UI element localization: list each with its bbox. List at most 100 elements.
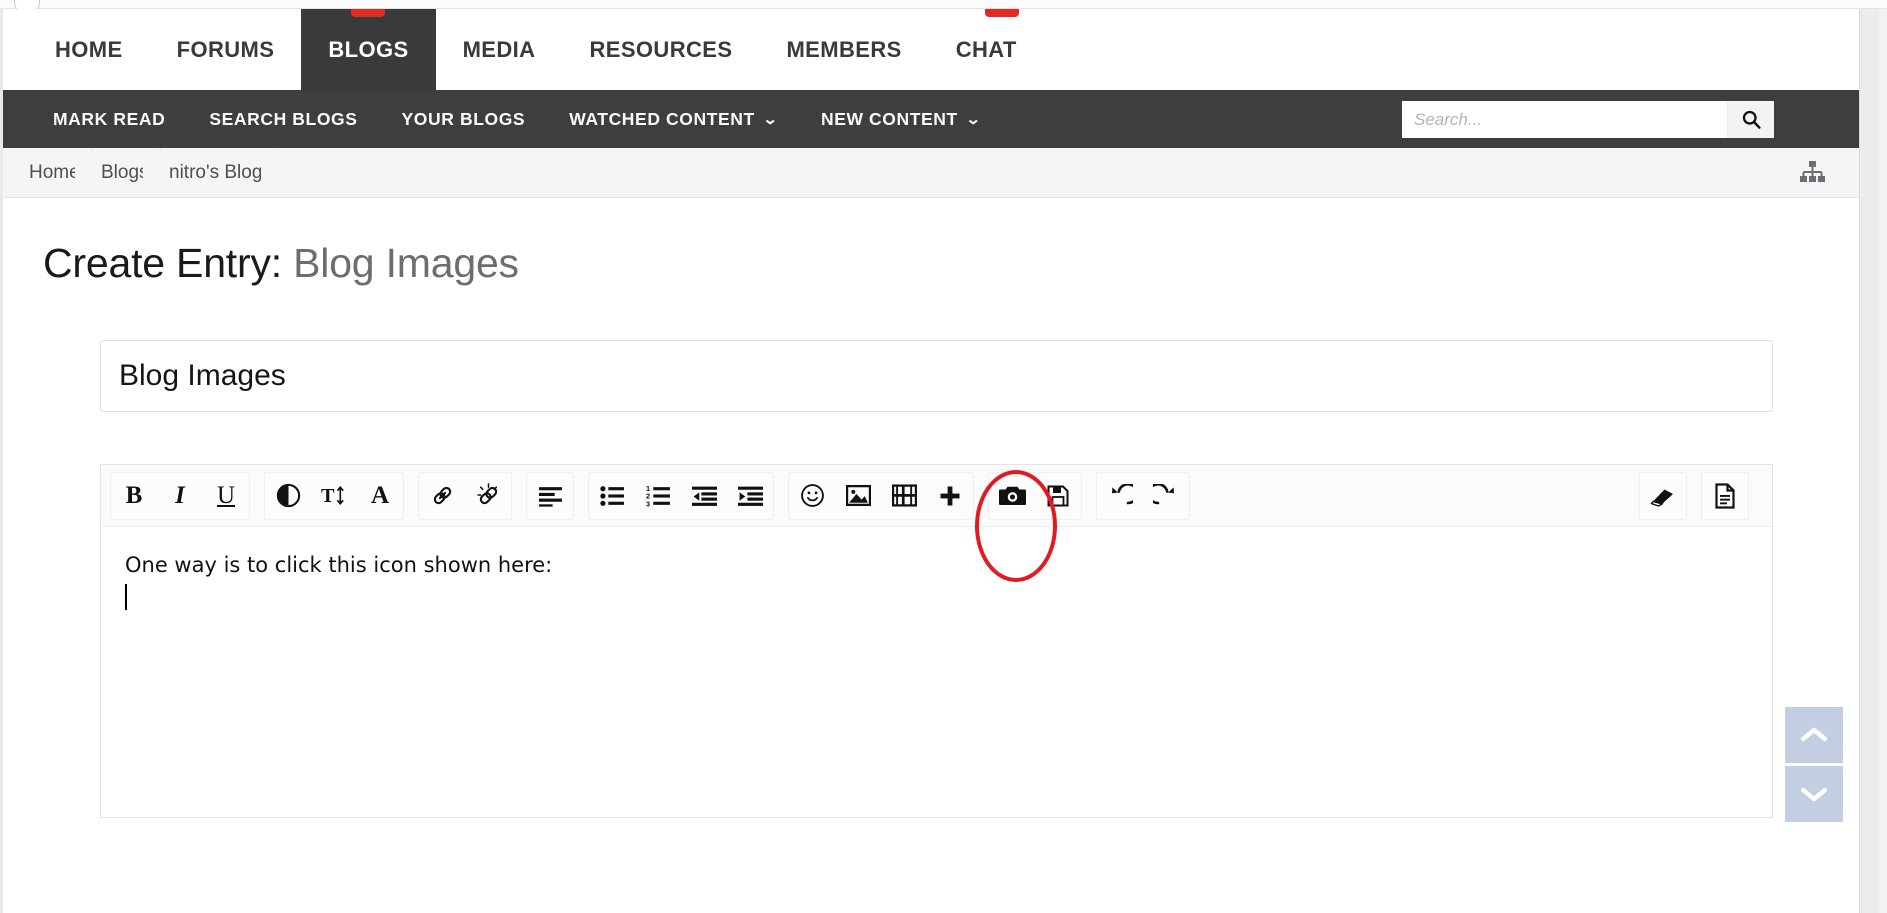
primary-navigation: HOME FORUMS BLOGS MEDIA RESOURCES MEMBER… [3, 9, 1859, 90]
breadcrumb: Home Blogs nitro's Blog [3, 148, 1859, 198]
search-submit-button[interactable] [1727, 101, 1774, 138]
toolbar-group-link-tools [418, 471, 512, 520]
toolbar-group-source [1701, 471, 1749, 520]
camera-upload-button[interactable] [989, 473, 1035, 519]
link-icon [433, 486, 451, 505]
create-entry-form: B I U [100, 340, 1773, 818]
undo-button[interactable] [1097, 473, 1143, 519]
secondary-navigation: MARK READ SEARCH BLOGS YOUR BLOGS WATCHE… [3, 90, 1859, 148]
breadcrumb-separator-icon [145, 148, 161, 197]
more-insert-icon [940, 486, 960, 505]
view-source-icon [1715, 482, 1735, 509]
editor-text-caret [125, 582, 1748, 610]
numbered-list-icon: 1 2 3 [646, 485, 670, 507]
scroll-up-button[interactable] [1785, 707, 1843, 763]
align-left-icon [538, 486, 562, 507]
subnav-item-mark-read[interactable]: MARK READ [53, 109, 165, 130]
smiley-button[interactable] [789, 473, 835, 519]
browser-viewport: HOME FORUMS BLOGS MEDIA RESOURCES MEMBER… [0, 0, 1887, 913]
indent-icon [737, 486, 763, 506]
save-draft-icon [1047, 485, 1069, 506]
main-content: Create Entry: Blog Images B I [3, 198, 1859, 913]
chevron-down-icon: ⌄ [965, 110, 982, 128]
page-title: Create Entry: Blog Images [3, 198, 1859, 287]
subnav-item-search-blogs[interactable]: SEARCH BLOGS [209, 109, 357, 130]
toolbar-right-section [1639, 471, 1763, 520]
toolbar-group-text-style: B I U [110, 471, 250, 520]
browser-chrome-strip [0, 0, 1887, 15]
indent-button[interactable] [727, 473, 773, 519]
nav-item-members[interactable]: MEMBERS [759, 9, 928, 90]
view-source-button[interactable] [1702, 473, 1748, 519]
more-insert-button[interactable] [927, 473, 973, 519]
redo-icon [1153, 483, 1174, 504]
sitemap-icon [1800, 161, 1825, 182]
nav-item-media[interactable]: MEDIA [436, 9, 563, 90]
italic-button[interactable]: I [157, 473, 203, 519]
nav-item-label: CHAT [955, 36, 1017, 62]
breadcrumb-separator-icon [263, 148, 279, 197]
subnav-item-watched-content[interactable]: WATCHED CONTENT ⌄ [569, 108, 778, 130]
unlink-icon [476, 483, 497, 505]
subnav-item-label: NEW CONTENT [820, 108, 958, 129]
nav-item-label: HOME [55, 36, 123, 62]
chevron-down-icon [1801, 787, 1827, 802]
breadcrumb-separator-icon [77, 148, 93, 197]
nav-item-label: MEDIA [462, 36, 536, 62]
breadcrumb-item-home[interactable]: Home [21, 148, 93, 197]
font-size-button[interactable]: T [311, 473, 357, 519]
breadcrumb-item-nitros-blog[interactable]: nitro's Blog [161, 148, 279, 197]
sitemap-button[interactable] [1795, 157, 1829, 189]
save-draft-button[interactable] [1035, 473, 1081, 519]
breadcrumb-label: Blogs [101, 161, 143, 183]
subnav-item-label: WATCHED CONTENT [569, 108, 755, 129]
align-left-button[interactable] [527, 473, 573, 519]
outdent-button[interactable] [681, 473, 727, 519]
nav-item-label: FORUMS [176, 36, 275, 62]
underline-button[interactable]: U [203, 473, 249, 519]
nav-item-home[interactable]: HOME [28, 9, 150, 90]
search-input[interactable] [1402, 101, 1727, 138]
italic-icon: I [175, 481, 185, 509]
subnav-item-new-content[interactable]: NEW CONTENT ⌄ [820, 108, 982, 130]
nav-item-chat[interactable]: CHAT [929, 9, 1044, 90]
toolbar-group-insert-media [788, 471, 974, 520]
font-family-button[interactable]: A [357, 473, 403, 519]
toolbar-group-lists-indent: 1 2 3 [588, 471, 774, 520]
scroll-controls [1785, 707, 1843, 822]
page-title-prefix: Create Entry: [43, 240, 282, 286]
undo-icon [1112, 483, 1133, 504]
numbered-list-button[interactable]: 1 2 3 [635, 473, 681, 519]
image-button[interactable] [835, 473, 881, 519]
video-icon [891, 484, 917, 507]
editor-toolbar: B I U T A 1 2 3 [101, 465, 1772, 527]
search-icon [1742, 110, 1761, 129]
bold-button[interactable]: B [111, 473, 157, 519]
subnav-item-your-blogs[interactable]: YOUR BLOGS [402, 109, 526, 130]
scroll-down-button[interactable] [1785, 766, 1843, 822]
svg-text:T: T [321, 485, 335, 507]
entry-title-input[interactable] [100, 340, 1773, 412]
camera-upload-icon [998, 486, 1026, 506]
nav-item-resources[interactable]: RESOURCES [562, 9, 759, 90]
text-color-contrast-button[interactable] [265, 473, 311, 519]
remove-formatting-eraser-icon [1650, 489, 1673, 507]
remove-formatting-button[interactable] [1640, 473, 1686, 519]
unlink-button[interactable] [465, 473, 511, 519]
toolbar-group-history [1096, 471, 1190, 520]
breadcrumb-item-blogs[interactable]: Blogs [93, 148, 161, 197]
redo-button[interactable] [1143, 473, 1189, 519]
font-size-icon: T [321, 485, 344, 507]
editor-body[interactable]: One way is to click this icon shown here… [101, 527, 1772, 817]
toolbar-group-alignment [526, 471, 574, 520]
nav-item-label: RESOURCES [589, 36, 733, 62]
nav-item-forums[interactable]: FORUMS [150, 9, 302, 90]
nav-item-blogs[interactable]: BLOGS [301, 9, 436, 90]
link-button[interactable] [419, 473, 465, 519]
bullet-list-button[interactable] [589, 473, 635, 519]
nav-item-label: BLOGS [328, 36, 409, 62]
video-button[interactable] [881, 473, 927, 519]
subnav-item-label: MARK READ [53, 108, 166, 129]
breadcrumb-label: nitro's Blog [169, 161, 261, 183]
toolbar-group-text-appearance: T A [264, 471, 404, 520]
